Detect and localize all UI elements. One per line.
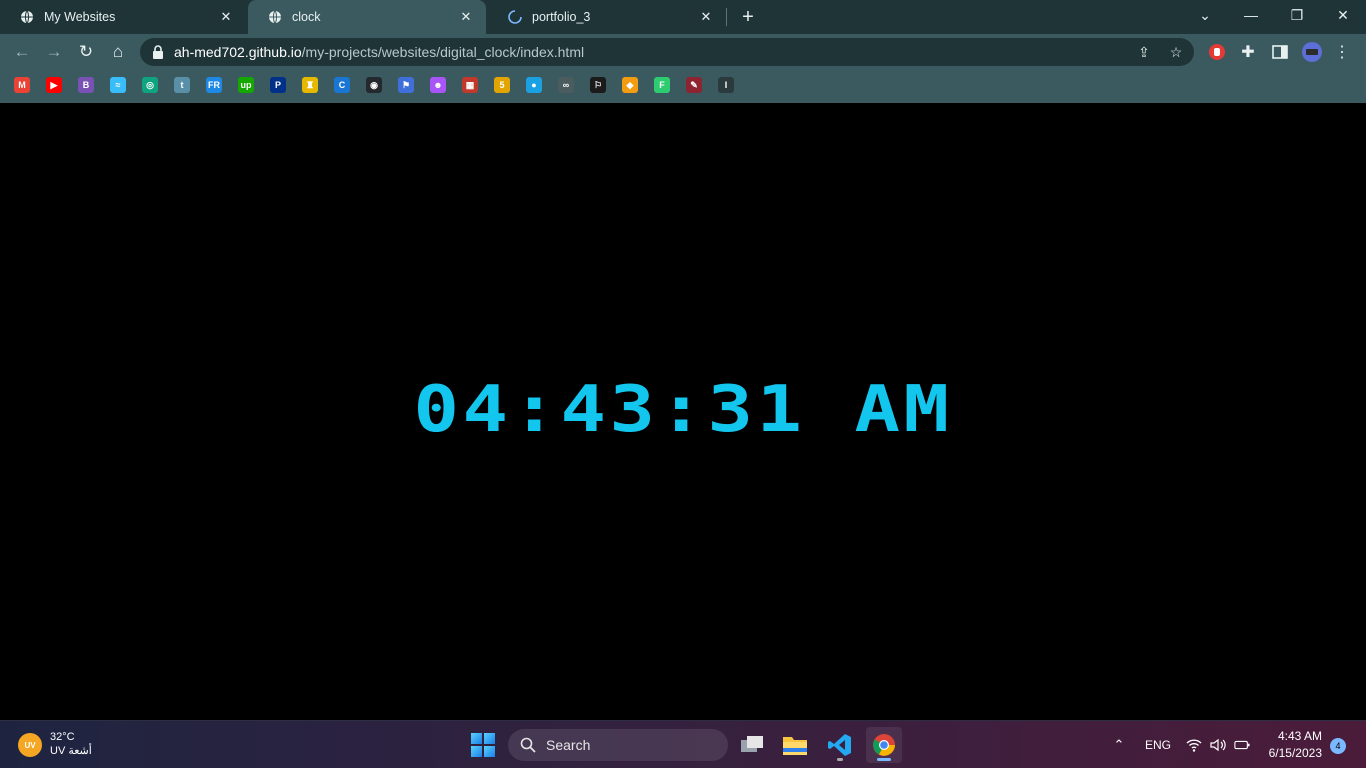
- browser-toolbar: ← → ↻ ⌂ ah-med702.github.io/my-projects/…: [0, 34, 1366, 70]
- fr-icon[interactable]: FR: [206, 77, 222, 93]
- dev-icon[interactable]: ✎: [686, 77, 702, 93]
- weather-description: UV أشعة: [50, 745, 92, 757]
- adblock-extension-icon[interactable]: [1205, 40, 1229, 64]
- chevron-up-icon[interactable]: ⌃: [1111, 737, 1127, 753]
- bookmarks-bar: M ▶ B ≈ ◎ t FR up P ♜ C ◉ ⚑ ☻ ▦ 5 ● ∞ ⚐ ◆ F ✎ I: [0, 70, 1366, 102]
- taskbar: UV 32°C UV أشعة Search ⌃ ENG 4:43 AM 6/1…: [0, 720, 1366, 768]
- shield-icon[interactable]: ♜: [302, 77, 318, 93]
- tab-title: My Websites: [44, 10, 116, 24]
- weather-widget[interactable]: 32°C UV أشعة: [50, 730, 92, 758]
- paypal-icon[interactable]: P: [270, 77, 286, 93]
- close-tab-icon[interactable]: ✕: [458, 9, 474, 25]
- battery-icon[interactable]: [1234, 737, 1250, 753]
- home-button[interactable]: ⌂: [106, 40, 130, 64]
- tab-search-chevron-icon[interactable]: ⌄: [1182, 0, 1228, 30]
- github-icon[interactable]: ◉: [366, 77, 382, 93]
- diamond-icon[interactable]: ◆: [622, 77, 638, 93]
- file-explorer-icon[interactable]: [777, 727, 813, 763]
- temperature: 32°C: [50, 731, 75, 743]
- minimize-button[interactable]: —: [1228, 0, 1274, 30]
- pen-flag-icon[interactable]: ⚐: [590, 77, 606, 93]
- tab-clock[interactable]: clock ✕: [248, 0, 486, 34]
- tab-my-websites[interactable]: My Websites ✕: [0, 0, 246, 34]
- back-button[interactable]: ←: [10, 40, 34, 64]
- tab-title: clock: [292, 10, 321, 24]
- frontend-icon[interactable]: F: [654, 77, 670, 93]
- tab-title: portfolio_3: [532, 10, 591, 24]
- flag-icon[interactable]: ⚑: [398, 77, 414, 93]
- extensions-puzzle-icon[interactable]: ✚: [1236, 40, 1260, 64]
- circle-icon[interactable]: ●: [526, 77, 542, 93]
- clock-date[interactable]: 6/15/2023: [1262, 746, 1322, 760]
- tumblr-icon[interactable]: t: [174, 77, 190, 93]
- page-content: 04:43:31 AM: [0, 103, 1366, 720]
- close-window-button[interactable]: ✕: [1320, 0, 1366, 30]
- tab-separator: [726, 8, 727, 26]
- lock-icon[interactable]: [152, 45, 166, 59]
- url-host: ah-med702.github.io: [174, 44, 302, 60]
- browser-chrome: My Websites ✕ clock ✕ portfolio_3 ✕ + ⌄ …: [0, 0, 1366, 103]
- five-icon[interactable]: 5: [494, 77, 510, 93]
- taskbar-search[interactable]: Search: [508, 729, 728, 761]
- bootstrap-icon[interactable]: B: [78, 77, 94, 93]
- search-icon: [520, 737, 536, 753]
- profile-avatar[interactable]: [1300, 40, 1324, 64]
- notification-badge[interactable]: 4: [1330, 738, 1346, 754]
- task-view-icon[interactable]: [734, 727, 770, 763]
- side-panel-icon[interactable]: [1268, 40, 1292, 64]
- reload-button[interactable]: ↻: [74, 40, 98, 64]
- weather-uv-icon[interactable]: UV: [18, 733, 42, 757]
- chat-bot-icon[interactable]: ☻: [430, 77, 446, 93]
- vscode-icon[interactable]: [822, 727, 858, 763]
- globe-icon: [268, 10, 282, 24]
- close-tab-icon[interactable]: ✕: [698, 9, 714, 25]
- tab-portfolio[interactable]: portfolio_3 ✕: [488, 0, 726, 34]
- chatgpt-icon[interactable]: ◎: [142, 77, 158, 93]
- grid-icon[interactable]: ▦: [462, 77, 478, 93]
- url-path: /my-projects/websites/digital_clock/inde…: [301, 44, 585, 60]
- chrome-icon[interactable]: [866, 727, 902, 763]
- address-bar[interactable]: ah-med702.github.io/my-projects/websites…: [140, 38, 1194, 66]
- more-menu-icon[interactable]: ⋮: [1330, 40, 1354, 64]
- tab-strip: My Websites ✕ clock ✕ portfolio_3 ✕ + ⌄ …: [0, 0, 1366, 34]
- volume-icon[interactable]: [1210, 737, 1226, 753]
- new-tab-button[interactable]: +: [736, 5, 760, 29]
- windows-start-icon[interactable]: [471, 733, 495, 757]
- youtube-icon[interactable]: ▶: [46, 77, 62, 93]
- c-icon[interactable]: C: [334, 77, 350, 93]
- globe-icon: [20, 10, 34, 24]
- link-icon[interactable]: ∞: [558, 77, 574, 93]
- wifi-icon[interactable]: [1186, 737, 1202, 753]
- close-tab-icon[interactable]: ✕: [218, 9, 234, 25]
- loading-spinner-icon: [508, 10, 522, 24]
- digital-clock: 04:43:31 AM: [413, 373, 953, 447]
- search-label: Search: [546, 737, 591, 753]
- restore-button[interactable]: ❐: [1274, 0, 1320, 30]
- text-cursor-icon[interactable]: I: [718, 77, 734, 93]
- clock-time[interactable]: 4:43 AM: [1270, 729, 1322, 743]
- active-indicator: [877, 758, 891, 761]
- gmail-icon[interactable]: M: [14, 77, 30, 93]
- tailwind-icon[interactable]: ≈: [110, 77, 126, 93]
- running-indicator: [837, 758, 843, 761]
- forward-button[interactable]: →: [42, 40, 66, 64]
- star-icon[interactable]: ☆: [1168, 44, 1184, 60]
- language-indicator[interactable]: ENG: [1145, 738, 1171, 752]
- share-icon[interactable]: ⇪: [1136, 44, 1152, 60]
- upwork-icon[interactable]: up: [238, 77, 254, 93]
